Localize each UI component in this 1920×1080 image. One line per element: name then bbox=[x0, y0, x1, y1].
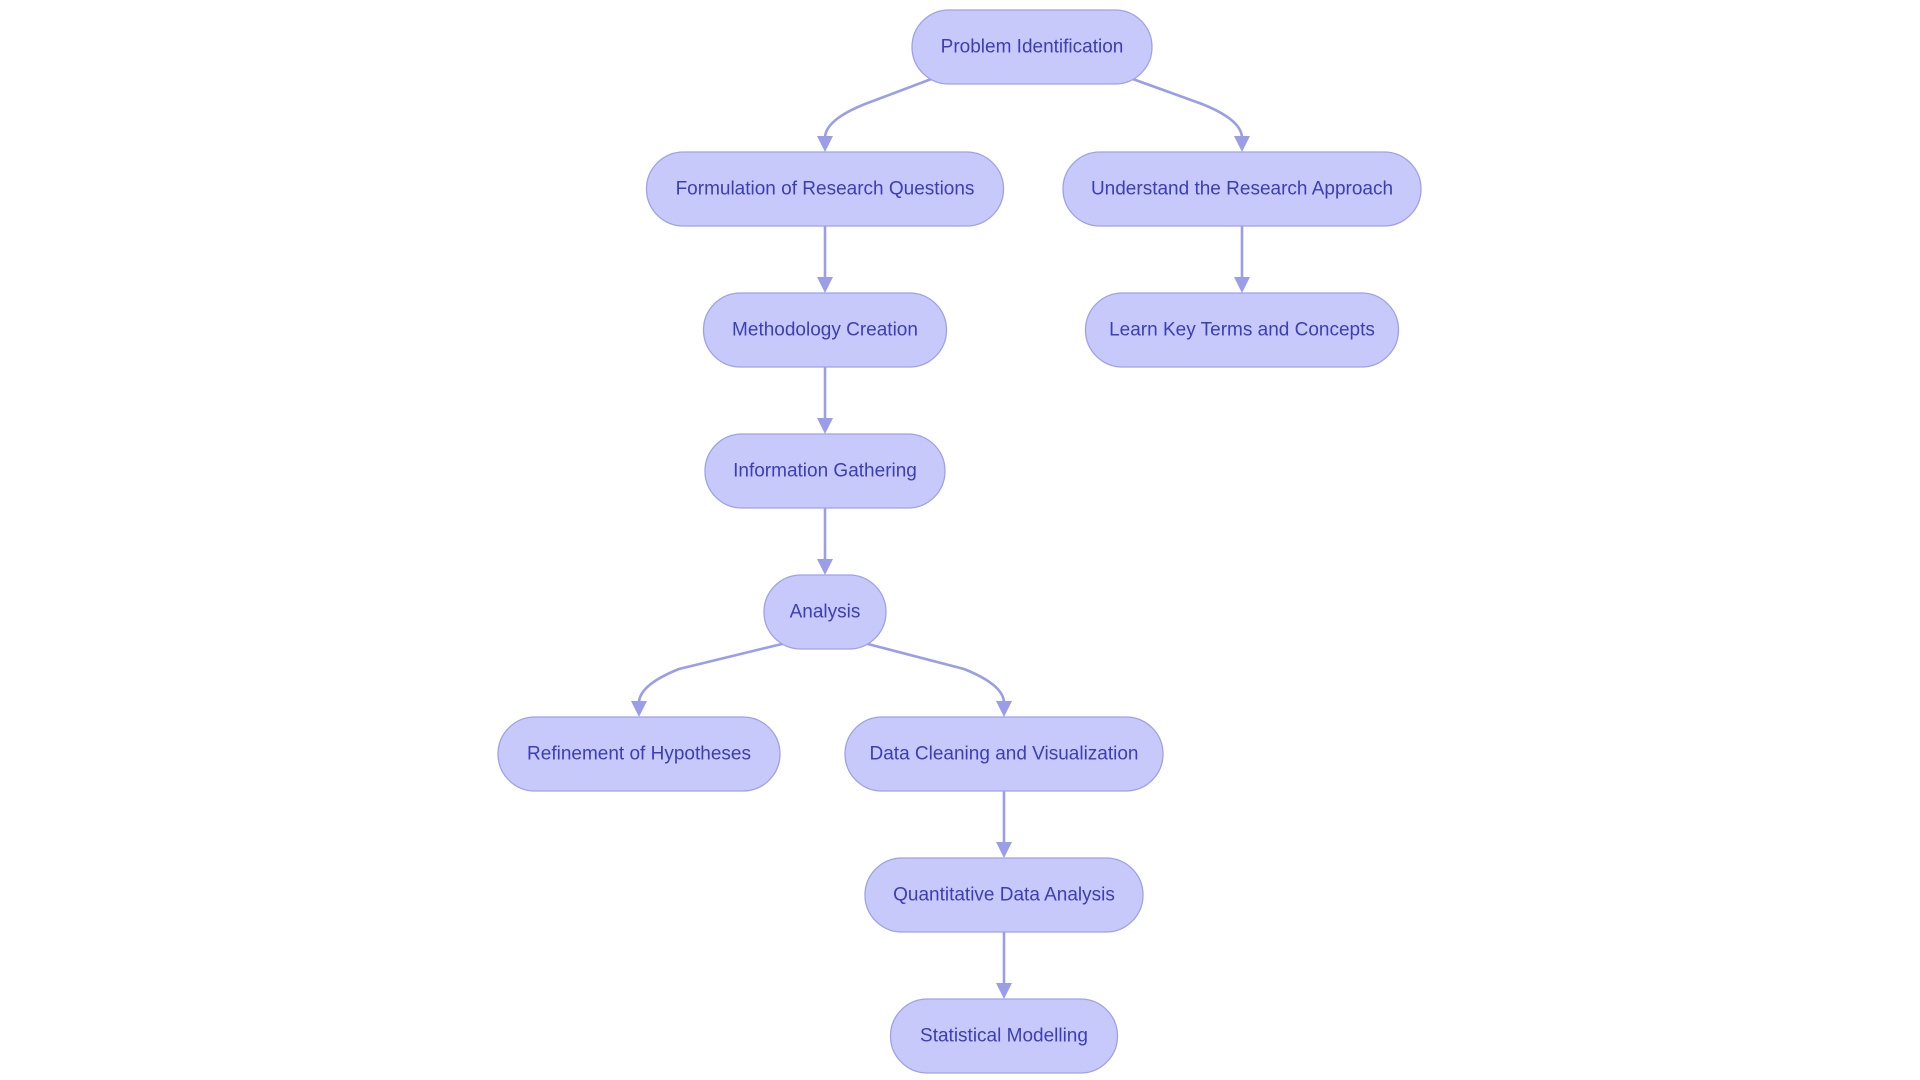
node-analysis[interactable]: Analysis bbox=[763, 574, 887, 650]
nodes-layer: Problem Identification Formulation of Res… bbox=[497, 9, 1422, 1074]
edge-line bbox=[1129, 76, 1244, 139]
edge-methodology-to-information bbox=[817, 367, 833, 434]
edge-information-to-analysis bbox=[817, 508, 833, 575]
node-label: Understand the Research Approach bbox=[1091, 179, 1393, 200]
node-label: Refinement of Hypotheses bbox=[527, 744, 751, 765]
node-formulation[interactable]: Formulation of Research Questions bbox=[645, 151, 1005, 227]
edge-understand-to-learn bbox=[1234, 226, 1250, 293]
arrowhead-icon bbox=[996, 842, 1012, 858]
node-label: Data Cleaning and Visualization bbox=[870, 744, 1139, 765]
arrowhead-icon bbox=[817, 136, 833, 152]
node-information[interactable]: Information Gathering bbox=[704, 433, 946, 509]
edge-analysis-to-cleaning bbox=[863, 641, 1012, 717]
node-label: Analysis bbox=[790, 602, 861, 623]
node-label: Problem Identification bbox=[941, 37, 1124, 58]
edge-problem-to-understand bbox=[1129, 76, 1250, 152]
node-cleaning[interactable]: Data Cleaning and Visualization bbox=[844, 716, 1164, 792]
node-methodology[interactable]: Methodology Creation bbox=[702, 292, 948, 368]
arrowhead-icon bbox=[996, 701, 1012, 717]
node-label: Methodology Creation bbox=[732, 320, 918, 341]
arrowhead-icon bbox=[817, 559, 833, 575]
node-label: Statistical Modelling bbox=[920, 1026, 1088, 1047]
node-quantitative[interactable]: Quantitative Data Analysis bbox=[864, 857, 1144, 933]
arrowhead-icon bbox=[1234, 136, 1250, 152]
node-learn[interactable]: Learn Key Terms and Concepts bbox=[1084, 292, 1400, 368]
edge-analysis-to-refinement bbox=[631, 641, 787, 717]
arrowhead-icon bbox=[817, 418, 833, 434]
node-refinement[interactable]: Refinement of Hypotheses bbox=[497, 716, 781, 792]
edge-quantitative-to-statistical bbox=[996, 932, 1012, 999]
edge-line bbox=[637, 641, 787, 704]
edge-line bbox=[863, 641, 1006, 704]
arrowhead-icon bbox=[996, 983, 1012, 999]
edge-problem-to-formulation bbox=[817, 76, 935, 152]
node-label: Learn Key Terms and Concepts bbox=[1109, 320, 1375, 341]
node-label: Information Gathering bbox=[733, 461, 917, 482]
edge-formulation-to-methodology bbox=[817, 226, 833, 293]
edge-cleaning-to-quantitative bbox=[996, 791, 1012, 858]
edge-line bbox=[823, 76, 935, 139]
node-understand[interactable]: Understand the Research Approach bbox=[1062, 151, 1422, 227]
node-problem[interactable]: Problem Identification bbox=[911, 9, 1153, 85]
flowchart-diagram: Problem Identification Formulation of Res… bbox=[497, 9, 1422, 1074]
arrowhead-icon bbox=[1234, 277, 1250, 293]
arrowhead-icon bbox=[817, 277, 833, 293]
node-label: Quantitative Data Analysis bbox=[893, 885, 1115, 906]
arrowhead-icon bbox=[631, 701, 647, 717]
node-statistical[interactable]: Statistical Modelling bbox=[889, 998, 1119, 1074]
node-label: Formulation of Research Questions bbox=[676, 179, 975, 200]
